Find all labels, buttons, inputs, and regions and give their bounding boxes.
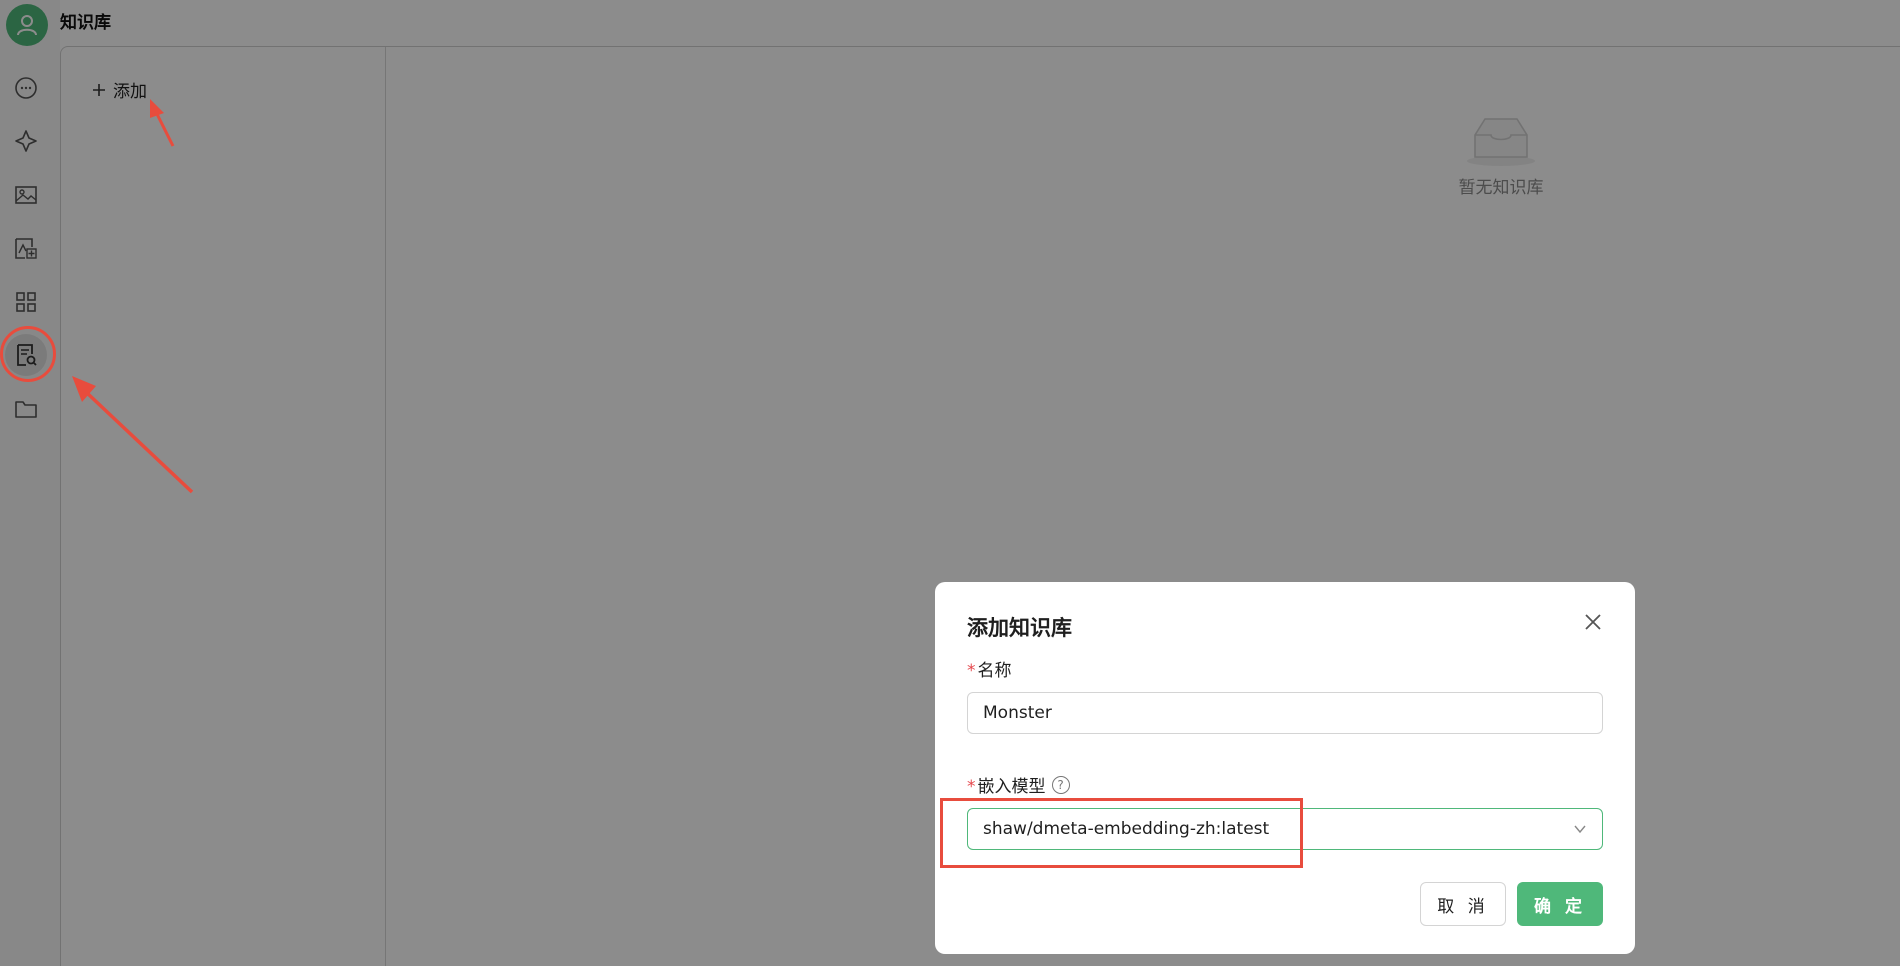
annotation-arrow-kb	[72, 376, 194, 494]
annotation-arrow-add	[150, 99, 175, 147]
annotation-arrows	[72, 99, 194, 494]
